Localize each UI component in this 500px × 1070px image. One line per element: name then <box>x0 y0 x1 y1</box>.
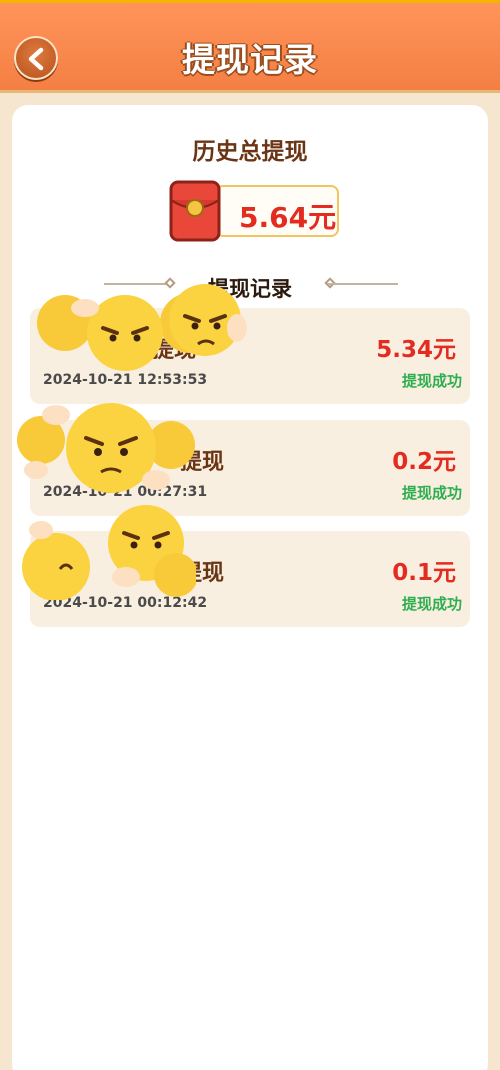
section-divider-right <box>328 283 398 285</box>
header-bar: 提现记录 <box>0 3 500 93</box>
record-amount: 0.1元 <box>392 560 456 586</box>
record-status: 提现成功 <box>401 484 462 502</box>
record-time: 2024-10-21 12:53:53 <box>43 372 208 388</box>
emoji-sticker-overlay <box>22 505 196 600</box>
record-amount: 5.34元 <box>376 337 456 363</box>
page-title: 提现记录 <box>182 40 318 79</box>
total-amount-box: 5.64元 <box>215 185 339 237</box>
red-envelope-icon <box>169 180 221 242</box>
record-amount: 0.2元 <box>392 449 456 475</box>
emoji-sticker-overlay <box>17 403 195 493</box>
record-status: 提现成功 <box>401 595 462 613</box>
total-withdrawal-label: 历史总提现 <box>192 139 308 165</box>
record-status: 提现成功 <box>401 372 462 390</box>
emoji-sticker-overlay <box>37 284 247 371</box>
total-amount: 5.64元 <box>239 201 337 234</box>
